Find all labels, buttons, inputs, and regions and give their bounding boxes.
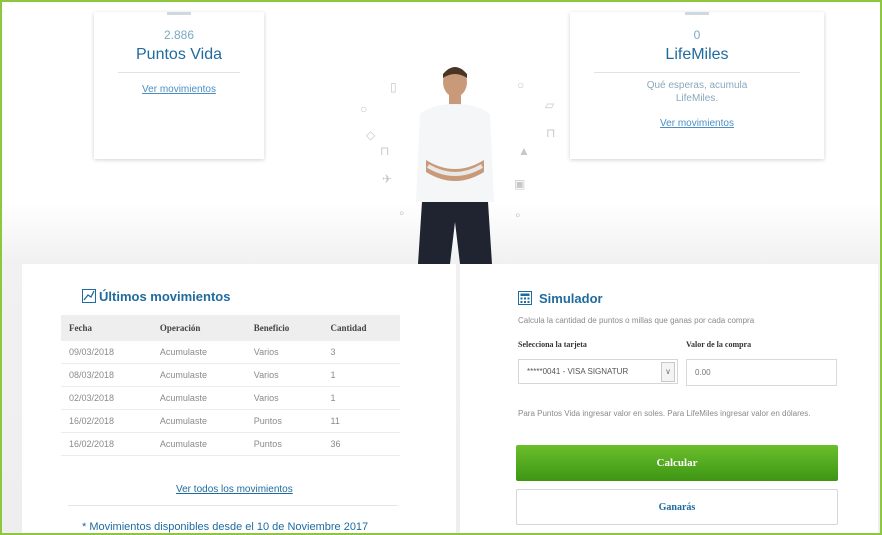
cell-operacion: Acumulaste (151, 386, 246, 410)
table-row: 16/02/2018 Acumulaste Puntos 11 (61, 409, 400, 433)
cell-cantidad: 36 (322, 432, 400, 456)
circle-icon: ○ (360, 102, 368, 116)
cell-operacion: Acumulaste (151, 363, 246, 387)
puntos-vida-card: 2.886 Puntos Vida Ver movimientos (94, 12, 264, 159)
puntos-vida-title: Puntos Vida (136, 46, 222, 63)
cell-fecha: 09/03/2018 (61, 341, 152, 364)
col-cantidad: Cantidad (322, 315, 400, 341)
plane-icon: ✈ (382, 172, 393, 186)
divider (118, 72, 240, 73)
cell-fecha: 16/02/2018 (61, 432, 152, 456)
store-icon: ▣ (514, 177, 526, 191)
bulb-icon: ◇ (366, 128, 376, 142)
cell-cantidad: 3 (322, 341, 400, 364)
calculator-icon (518, 291, 532, 305)
card-tab (167, 12, 191, 15)
car-icon: ▱ (545, 98, 555, 112)
cell-beneficio: Puntos (245, 432, 323, 456)
dot-icon: ∘ (514, 208, 522, 222)
cell-cantidad: 1 (322, 363, 400, 387)
calculate-button[interactable]: Calcular (516, 445, 838, 481)
lifemiles-title: LifeMiles (665, 46, 729, 63)
table-row: 02/03/2018 Acumulaste Varios 1 (61, 386, 400, 410)
cell-operacion: Acumulaste (151, 341, 246, 364)
door-icon: ⊓ (380, 144, 390, 158)
cell-cantidad: 1 (322, 386, 400, 410)
chevron-down-icon[interactable]: ∨ (661, 362, 675, 382)
simulator-description: Calcula la cantidad de puntos o millas q… (518, 316, 755, 325)
puntos-vida-value: 2.886 (163, 28, 195, 42)
lifemiles-value: 0 (693, 28, 701, 42)
card-select-value: *****0041 - VISA SIGNATUR (527, 367, 629, 376)
chart-icon (82, 289, 96, 303)
table-header: Fecha Operación Beneficio Cantidad (61, 315, 400, 341)
table-row: 09/03/2018 Acumulaste Varios 3 (61, 341, 400, 364)
dot-icon: ∘ (398, 206, 406, 220)
tower-icon: ▲ (518, 144, 530, 158)
cell-fecha: 08/03/2018 (61, 363, 152, 387)
col-fecha: Fecha (61, 315, 152, 341)
cell-fecha: 16/02/2018 (61, 409, 152, 433)
cell-cantidad: 11 (322, 409, 400, 433)
card-select-label: Selecciona la tarjeta (518, 340, 587, 349)
card-select[interactable]: *****0041 - VISA SIGNATUR ∨ (518, 359, 678, 384)
divider (68, 505, 398, 506)
cell-beneficio: Varios (245, 386, 323, 410)
cell-fecha: 02/03/2018 (61, 386, 152, 410)
movements-table: Fecha Operación Beneficio Cantidad 09/03… (61, 315, 400, 456)
col-beneficio: Beneficio (245, 315, 323, 341)
col-operacion: Operación (151, 315, 246, 341)
cell-beneficio: Puntos (245, 409, 323, 433)
puntos-vida-movements-link[interactable]: Ver movimientos (142, 84, 216, 95)
table-row: 08/03/2018 Acumulaste Varios 1 (61, 363, 400, 387)
all-movements-link[interactable]: Ver todos los movimientos (176, 484, 293, 495)
person-illustration (416, 67, 494, 264)
simulator-title: Simulador (539, 291, 603, 306)
simulator-hint: Para Puntos Vida ingresar valor en soles… (518, 409, 811, 418)
cell-beneficio: Varios (245, 341, 323, 364)
page-frame: 2.886 Puntos Vida Ver movimientos 0 Life… (0, 0, 882, 535)
movements-footnote: * Movimientos disponibles desde el 10 de… (82, 521, 369, 533)
lifemiles-note: Qué esperas, acumula LifeMiles. (646, 80, 748, 104)
table-row: 16/02/2018 Acumulaste Puntos 36 (61, 432, 400, 456)
globe-icon: ○ (517, 78, 525, 92)
card-tab (685, 12, 709, 15)
amount-input[interactable] (686, 359, 837, 386)
movements-title: Últimos movimientos (99, 289, 231, 304)
cell-beneficio: Varios (245, 363, 323, 387)
amount-label: Valor de la compra (686, 340, 752, 349)
cell-operacion: Acumulaste (151, 409, 246, 433)
cell-operacion: Acumulaste (151, 432, 246, 456)
lifemiles-card: 0 LifeMiles Qué esperas, acumula LifeMil… (570, 12, 824, 159)
result-button[interactable]: Ganarás (516, 489, 838, 525)
lock-icon: ⊓ (546, 126, 556, 140)
shopping-bag-icon: ▯ (390, 80, 397, 94)
divider (594, 72, 800, 73)
hero-section: 2.886 Puntos Vida Ver movimientos 0 Life… (2, 2, 880, 264)
lifemiles-movements-link[interactable]: Ver movimientos (660, 118, 734, 129)
